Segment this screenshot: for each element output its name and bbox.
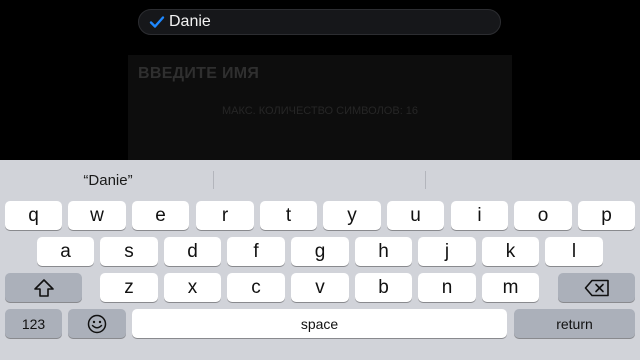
key-x[interactable]: x: [164, 273, 221, 302]
key-i[interactable]: i: [451, 201, 508, 230]
key-u[interactable]: u: [387, 201, 444, 230]
suggestion-bar: “Danie”: [0, 160, 640, 200]
dialog-title: ВВЕДИТЕ ИМЯ: [138, 65, 260, 82]
backspace-key[interactable]: [558, 273, 635, 302]
key-j[interactable]: j: [418, 237, 476, 266]
key-a[interactable]: a: [37, 237, 94, 266]
key-q[interactable]: q: [5, 201, 62, 230]
key-v[interactable]: v: [291, 273, 349, 302]
key-t[interactable]: t: [260, 201, 317, 230]
name-dialog: ВВЕДИТЕ ИМЯ МАКС. КОЛИЧЕСТВО СИМВОЛОВ: 1…: [128, 55, 512, 160]
suggestion-3[interactable]: [426, 160, 638, 200]
key-d[interactable]: d: [164, 237, 221, 266]
key-c[interactable]: c: [227, 273, 285, 302]
key-f[interactable]: f: [227, 237, 285, 266]
key-h[interactable]: h: [355, 237, 412, 266]
key-p[interactable]: p: [578, 201, 635, 230]
checkmark-icon: [149, 16, 165, 28]
key-y[interactable]: y: [323, 201, 381, 230]
key-r[interactable]: r: [196, 201, 254, 230]
suggestion-2[interactable]: [214, 160, 426, 200]
shift-icon: [33, 278, 54, 297]
key-b[interactable]: b: [355, 273, 412, 302]
space-key[interactable]: space: [132, 309, 507, 338]
key-l[interactable]: l: [545, 237, 603, 266]
key-o[interactable]: o: [514, 201, 572, 230]
key-z[interactable]: z: [100, 273, 158, 302]
key-w[interactable]: w: [68, 201, 126, 230]
dialog-hint: МАКС. КОЛИЧЕСТВО СИМВОЛОВ: 16: [221, 105, 419, 117]
suggestion-1[interactable]: “Danie”: [2, 160, 214, 200]
key-e[interactable]: e: [132, 201, 189, 230]
name-input-field[interactable]: Danie: [138, 9, 501, 35]
return-key[interactable]: return: [514, 309, 635, 338]
key-n[interactable]: n: [418, 273, 476, 302]
name-input-value: Danie: [169, 13, 211, 30]
emoji-icon: [87, 314, 107, 333]
key-g[interactable]: g: [291, 237, 349, 266]
emoji-key[interactable]: [68, 309, 126, 338]
backspace-icon: [584, 279, 609, 296]
on-screen-keyboard: “Danie” q w e r t y u i o p a s d f g h …: [0, 160, 640, 360]
key-k[interactable]: k: [482, 237, 539, 266]
shift-key[interactable]: [5, 273, 82, 302]
numbers-key[interactable]: 123: [5, 309, 62, 338]
key-m[interactable]: m: [482, 273, 539, 302]
key-s[interactable]: s: [100, 237, 158, 266]
